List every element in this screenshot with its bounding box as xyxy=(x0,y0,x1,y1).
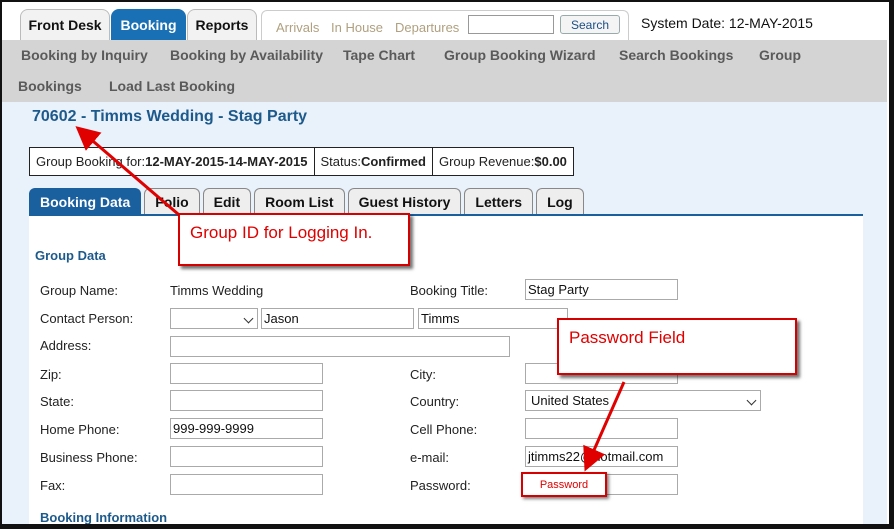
password-arrow xyxy=(583,381,626,472)
group-id-callout: Group ID for Logging In. xyxy=(178,213,410,266)
password-badge: Password xyxy=(521,472,607,497)
password-callout: Password Field xyxy=(557,318,797,375)
annotation-arrows xyxy=(75,126,626,472)
group-id-arrow xyxy=(75,126,193,228)
